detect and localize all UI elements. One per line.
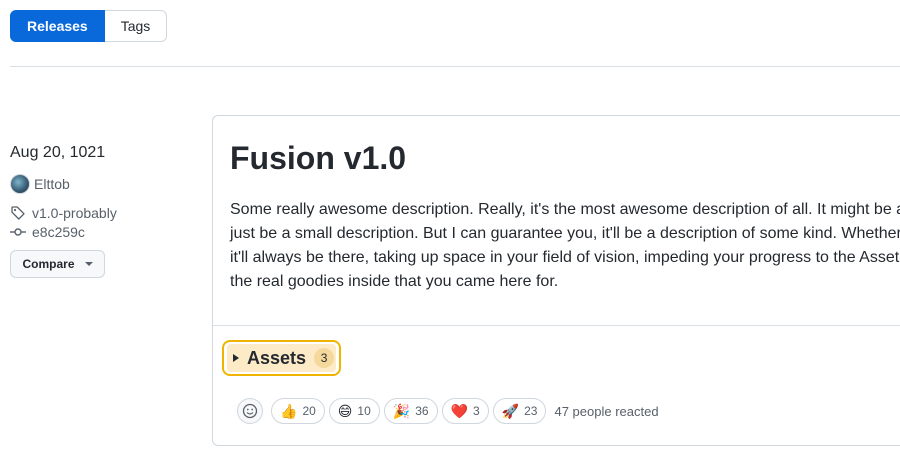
compare-label: Compare bbox=[22, 257, 75, 271]
tag-name[interactable]: v1.0-probably bbox=[32, 205, 117, 221]
tag-icon bbox=[11, 206, 25, 220]
smiley-icon bbox=[242, 403, 258, 419]
release-meta: Aug 20, 1021 Elttob v1.0-probably e8c259… bbox=[10, 142, 200, 278]
reaction-count: 20 bbox=[302, 404, 316, 418]
commit-hash[interactable]: e8c259c bbox=[32, 224, 85, 240]
release-commit[interactable]: e8c259c bbox=[10, 224, 200, 240]
assets-label: Assets bbox=[247, 347, 307, 368]
release-tabs: Releases Tags bbox=[10, 10, 168, 42]
release-date: Aug 20, 1021 bbox=[10, 144, 106, 161]
reaction-count: 23 bbox=[524, 404, 538, 418]
author-name[interactable]: Elttob bbox=[34, 176, 70, 192]
reaction-count: 10 bbox=[357, 404, 371, 418]
add-reaction-button[interactable] bbox=[237, 398, 263, 424]
tab-releases[interactable]: Releases bbox=[10, 10, 105, 42]
rocket-icon: 🚀 bbox=[501, 403, 520, 419]
thumbs-up-icon: 👍 bbox=[280, 403, 298, 419]
reactions-summary[interactable]: 47 people reacted bbox=[554, 404, 658, 419]
reactions-bar: 👍 20 😄 10 🎉 36 ❤️ 3 🚀 23 47 people react… bbox=[237, 398, 659, 424]
release-author[interactable]: Elttob bbox=[10, 174, 200, 194]
assets-count-badge: 3 bbox=[314, 348, 335, 368]
heart-icon: ❤️ bbox=[450, 403, 468, 419]
description-line: Some really awesome description. Really,… bbox=[230, 201, 900, 218]
laugh-icon: 😄 bbox=[337, 403, 353, 419]
card-divider bbox=[213, 325, 900, 326]
description-line: it'll always be there, taking up space i… bbox=[230, 249, 900, 266]
assets-summary[interactable]: Assets 3 bbox=[227, 344, 336, 372]
reaction-laugh[interactable]: 😄 10 bbox=[328, 398, 380, 424]
description-line: the real goodies inside that you came he… bbox=[230, 273, 559, 290]
triangle-right-icon bbox=[233, 354, 239, 362]
avatar[interactable] bbox=[10, 174, 30, 194]
reaction-count: 3 bbox=[473, 404, 480, 418]
assets-toggle[interactable]: Assets 3 bbox=[222, 340, 341, 376]
tada-icon: 🎉 bbox=[392, 403, 411, 419]
release-title[interactable]: Fusion v1.0 bbox=[230, 140, 406, 177]
reaction-rocket[interactable]: 🚀 23 bbox=[492, 398, 547, 424]
release-description: Some really awesome description. Really,… bbox=[230, 198, 900, 294]
header-divider bbox=[10, 66, 900, 67]
tab-tags[interactable]: Tags bbox=[104, 10, 168, 42]
reaction-heart[interactable]: ❤️ 3 bbox=[441, 398, 489, 424]
reaction-thumbs-up[interactable]: 👍 20 bbox=[271, 398, 325, 424]
commit-icon bbox=[10, 228, 26, 236]
release-tag[interactable]: v1.0-probably bbox=[10, 205, 200, 221]
reaction-count: 36 bbox=[415, 404, 429, 418]
compare-button[interactable]: Compare bbox=[10, 250, 105, 278]
release-card: Fusion v1.0 Some really awesome descript… bbox=[212, 115, 900, 446]
chevron-down-icon bbox=[84, 262, 93, 266]
reaction-tada[interactable]: 🎉 36 bbox=[383, 398, 438, 424]
description-line: just be a small description. But I can g… bbox=[230, 225, 900, 242]
